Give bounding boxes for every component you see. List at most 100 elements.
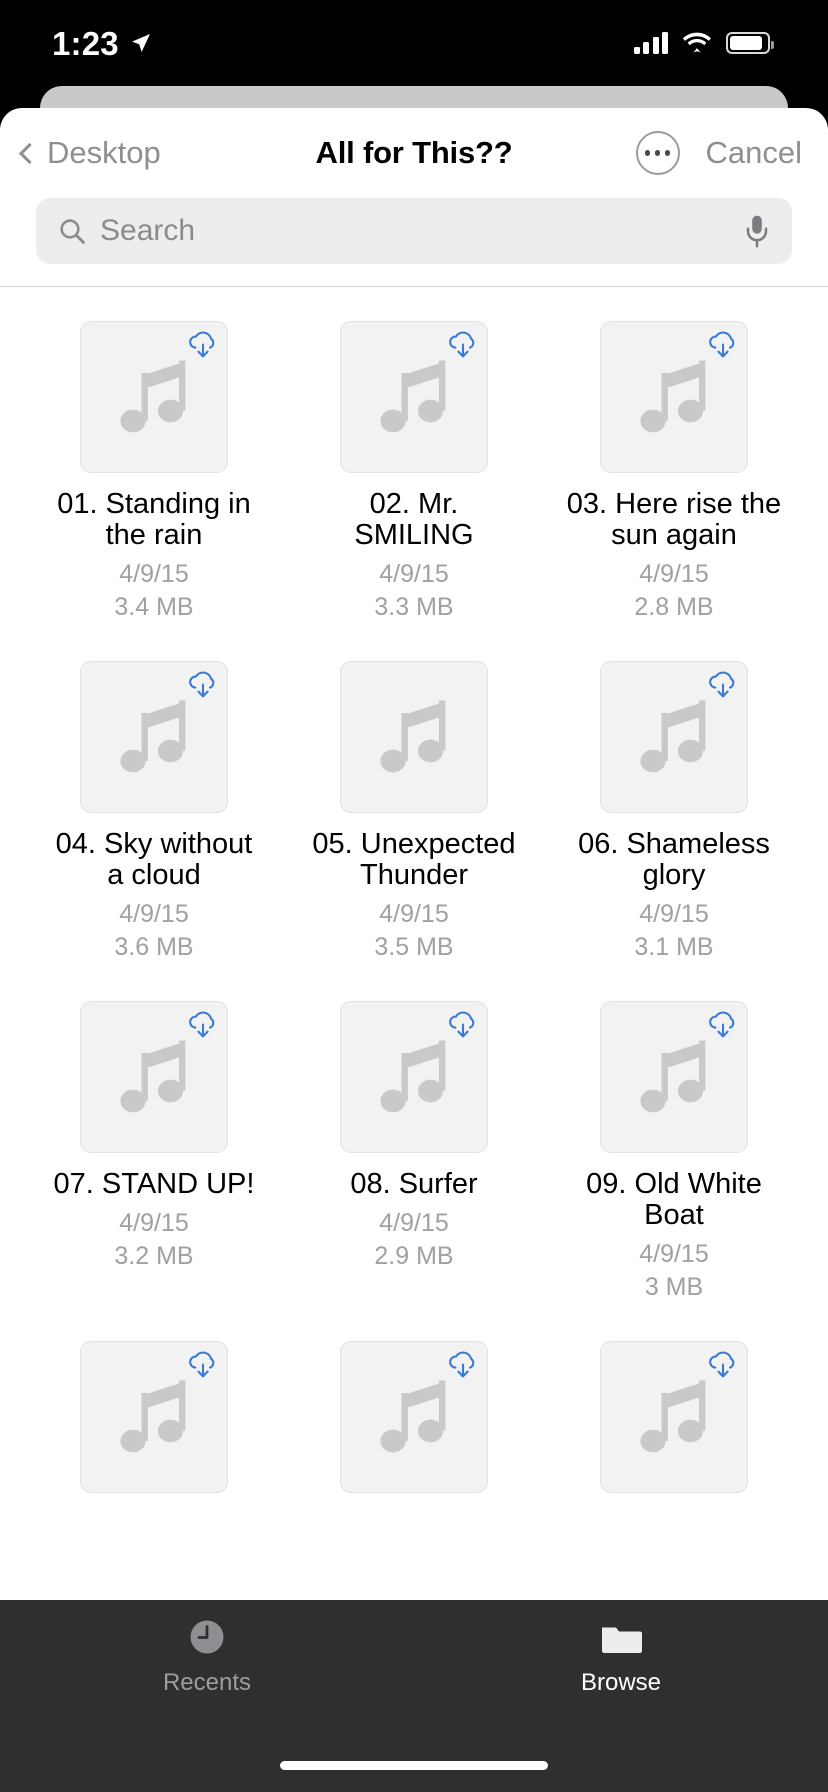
file-cell[interactable]: 04. Sky without a cloud 4/9/15 3.6 MB [24, 651, 284, 991]
file-size: 3.2 MB [114, 1242, 194, 1271]
search-input[interactable] [100, 214, 730, 248]
file-size: 2.9 MB [374, 1242, 454, 1271]
file-thumbnail [600, 321, 748, 473]
icloud-download-icon[interactable] [706, 1009, 740, 1041]
tab-bar: Recents Browse [0, 1600, 828, 1792]
file-name: 05. Unexpected Thunder [312, 828, 516, 892]
home-indicator [280, 1761, 548, 1770]
file-date: 4/9/15 [119, 900, 189, 929]
music-note-icon [640, 700, 706, 773]
music-note-icon [380, 1040, 446, 1113]
file-date: 4/9/15 [119, 560, 189, 589]
file-thumbnail [340, 321, 488, 473]
file-thumbnail [340, 1341, 488, 1493]
icloud-download-icon[interactable] [706, 1349, 740, 1381]
file-cell[interactable] [284, 1331, 544, 1589]
file-date: 4/9/15 [639, 1240, 709, 1269]
status-bar-right [633, 32, 774, 54]
clock-icon [190, 1620, 224, 1654]
music-note-icon [120, 1040, 186, 1113]
file-size: 3.5 MB [374, 933, 454, 962]
navigation-bar: Desktop All for This?? Cancel [0, 108, 828, 198]
file-size: 2.8 MB [634, 593, 714, 622]
music-note-icon [640, 1040, 706, 1113]
document-picker-sheet: Desktop All for This?? Cancel Search 01.… [0, 108, 828, 1792]
tab-recents-label: Recents [162, 1669, 252, 1696]
file-name: 06. Shameless glory [578, 828, 770, 892]
icloud-download-icon[interactable] [186, 329, 220, 361]
icloud-download-icon[interactable] [446, 329, 480, 361]
status-bar: 1:23 [0, 0, 828, 86]
file-size: 3.1 MB [634, 933, 714, 962]
file-thumbnail [80, 1001, 228, 1153]
file-size: 3 MB [644, 1273, 704, 1302]
file-cell[interactable] [24, 1331, 284, 1589]
file-name: 08. Surfer [350, 1168, 478, 1200]
music-note-icon [120, 1380, 186, 1453]
microphone-icon[interactable] [744, 214, 770, 248]
file-name: 04. Sky without a cloud [55, 828, 253, 892]
file-cell[interactable]: 07. STAND UP! 4/9/15 3.2 MB [24, 991, 284, 1331]
icloud-download-icon[interactable] [186, 669, 220, 701]
file-date: 4/9/15 [119, 1209, 189, 1238]
tab-bar-items: Recents Browse [0, 1600, 828, 1728]
tab-browse[interactable]: Browse [414, 1614, 828, 1728]
cancel-button[interactable]: Cancel [706, 135, 803, 171]
file-name: 09. Old White Boat [586, 1168, 762, 1232]
icloud-download-icon[interactable] [706, 669, 740, 701]
file-cell[interactable]: 06. Shameless glory 4/9/15 3.1 MB [544, 651, 804, 991]
file-grid: 01. Standing in the rain 4/9/15 3.4 MB 02. … [0, 287, 828, 1589]
file-cell[interactable]: 09. Old White Boat 4/9/15 3 MB [544, 991, 804, 1331]
file-size: 3.6 MB [114, 933, 194, 962]
icloud-download-icon[interactable] [706, 329, 740, 361]
location-arrow-icon [131, 34, 150, 52]
file-date: 4/9/15 [379, 560, 449, 589]
status-bar-left: 1:23 [52, 27, 153, 60]
more-options-button[interactable] [635, 131, 680, 175]
navigation-bar-actions: Cancel [635, 131, 803, 175]
ellipsis-dot-icon [664, 150, 671, 156]
icloud-download-icon[interactable] [446, 1009, 480, 1041]
icloud-download-icon[interactable] [446, 1349, 480, 1381]
file-cell[interactable]: 03. Here rise the sun again 4/9/15 2.8 MB [544, 311, 804, 651]
wifi-icon [682, 32, 711, 53]
music-note-icon [120, 700, 186, 773]
file-thumbnail [340, 1001, 488, 1153]
file-cell[interactable]: 02. Mr. SMILING 4/9/15 3.3 MB [284, 311, 544, 651]
ellipsis-dot-icon [654, 150, 661, 156]
music-note-icon [120, 360, 186, 433]
file-name: 01. Standing in the rain [57, 488, 251, 552]
file-size: 3.3 MB [374, 593, 454, 622]
tab-recents[interactable]: Recents [0, 1614, 414, 1728]
file-thumbnail [80, 1341, 228, 1493]
file-size: 3.4 MB [114, 593, 194, 622]
ellipsis-dot-icon [644, 150, 651, 156]
cellular-signal-icon [633, 32, 668, 54]
back-button-label: Desktop [47, 135, 161, 170]
music-note-icon [380, 700, 446, 773]
file-thumbnail [340, 661, 488, 813]
music-note-icon [380, 1380, 446, 1453]
file-cell[interactable] [544, 1331, 804, 1589]
file-cell[interactable]: 01. Standing in the rain 4/9/15 3.4 MB [24, 311, 284, 651]
file-grid-scroll-area[interactable]: 01. Standing in the rain 4/9/15 3.4 MB 02. … [0, 287, 828, 1589]
file-name: 07. STAND UP! [53, 1168, 255, 1200]
search-bar[interactable] [36, 198, 792, 264]
icloud-download-icon[interactable] [186, 1009, 220, 1041]
chevron-left-icon [18, 142, 41, 164]
file-cell[interactable]: 05. Unexpected Thunder 4/9/15 3.5 MB [284, 651, 544, 991]
battery-icon [726, 32, 774, 54]
file-date: 4/9/15 [639, 560, 709, 589]
back-button[interactable]: Desktop [18, 135, 161, 171]
file-name: 02. Mr. SMILING [354, 488, 474, 552]
folder-icon [602, 1627, 642, 1653]
file-thumbnail [80, 661, 228, 813]
file-thumbnail [600, 1001, 748, 1153]
icloud-download-icon[interactable] [186, 1349, 220, 1381]
search-bar-container [0, 198, 828, 286]
status-bar-clock: 1:23 [52, 24, 119, 62]
iphone-screen: 1:23 Desktop All for This?? Cancel Searc… [0, 0, 828, 1792]
file-cell[interactable]: 08. Surfer 4/9/15 2.9 MB [284, 991, 544, 1331]
file-thumbnail [600, 1341, 748, 1493]
file-date: 4/9/15 [379, 900, 449, 929]
